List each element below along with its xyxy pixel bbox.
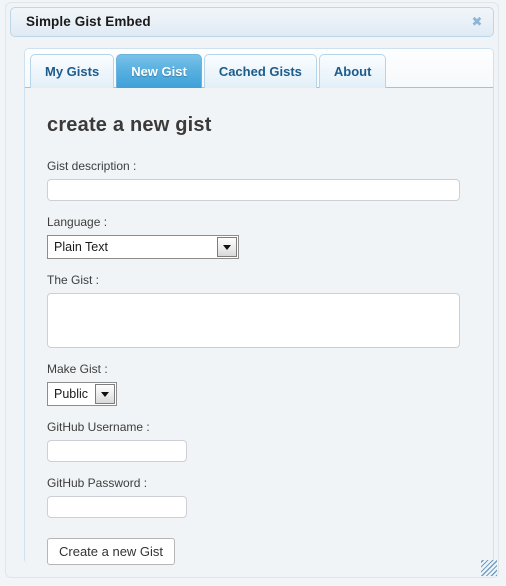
gist-description-input[interactable]: [47, 179, 460, 201]
chevron-down-icon[interactable]: [217, 237, 237, 257]
make-gist-label: Make Gist :: [47, 362, 108, 376]
field-gist-description: Gist description :: [47, 159, 471, 201]
dialog-titlebar[interactable]: Simple Gist Embed ✖: [10, 7, 494, 37]
github-password-input[interactable]: [47, 496, 187, 518]
field-make-gist: Make Gist : Public: [47, 362, 471, 406]
tab-panel-new-gist: create a new gist Gist description : Lan…: [25, 88, 493, 565]
language-label: Language :: [47, 215, 108, 229]
tab-cached-gists[interactable]: Cached Gists: [203, 54, 317, 88]
field-language: Language : Plain Text: [47, 215, 471, 259]
dialog-window: Simple Gist Embed ✖ My Gists New Gist Cach…: [5, 2, 499, 578]
language-select[interactable]: Plain Text: [47, 235, 239, 259]
gist-description-label: Gist description :: [47, 159, 137, 173]
github-password-label: GitHub Password :: [47, 476, 148, 490]
tab-my-gists[interactable]: My Gists: [30, 54, 115, 88]
dialog-title: Simple Gist Embed: [26, 14, 151, 29]
close-icon[interactable]: ✖: [468, 13, 486, 31]
tab-about[interactable]: About: [318, 54, 387, 88]
field-github-password: GitHub Password :: [47, 476, 471, 518]
make-gist-select[interactable]: Public: [47, 382, 117, 406]
page-title: create a new gist: [47, 114, 212, 136]
field-the-gist: The Gist :: [47, 273, 471, 348]
chevron-down-icon[interactable]: [95, 384, 115, 404]
the-gist-label: The Gist :: [47, 273, 100, 287]
resize-grip[interactable]: [481, 560, 497, 576]
create-gist-button[interactable]: Create a new Gist: [47, 538, 176, 565]
tabs-widget: My Gists New Gist Cached Gists About create…: [24, 48, 494, 565]
the-gist-textarea[interactable]: [47, 293, 460, 348]
github-username-label: GitHub Username :: [47, 420, 150, 434]
tab-strip: My Gists New Gist Cached Gists About: [25, 49, 493, 88]
language-selected-value: Plain Text: [54, 240, 108, 254]
field-github-username: GitHub Username :: [47, 420, 471, 462]
github-username-input[interactable]: [47, 440, 187, 462]
tab-new-gist[interactable]: New Gist: [116, 54, 202, 88]
